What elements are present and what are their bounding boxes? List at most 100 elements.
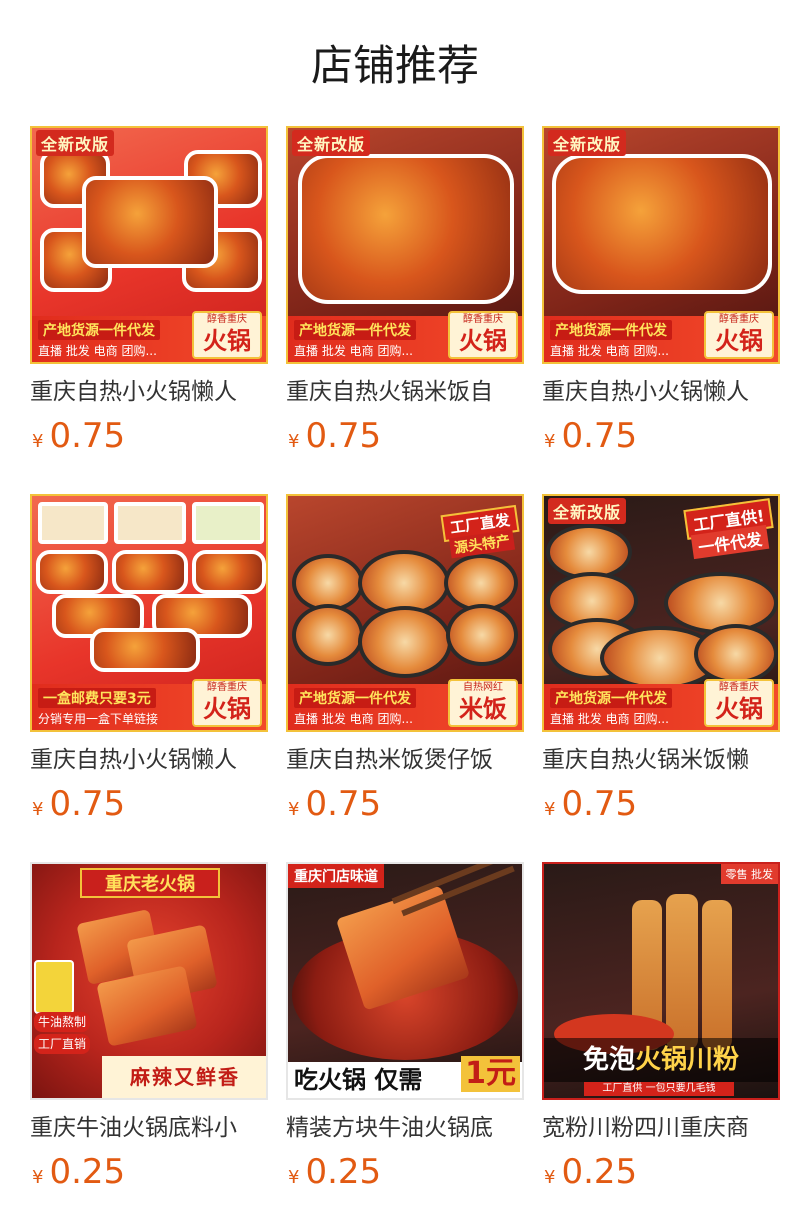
product-grid: 全新改版 产地货源一件代发 直播 批发 电商 团购... 醇香重庆 火锅 重庆自… [30,126,780,1230]
product-price: ¥0.25 [32,1152,125,1192]
product-price: ¥0.75 [32,784,125,824]
banner-headline: 一盒邮费只要3元 [38,688,156,708]
product-price: ¥0.75 [544,416,637,456]
price-value: 0.25 [49,1152,126,1192]
product-price: ¥0.75 [32,416,125,456]
price-value: 0.75 [561,416,638,456]
package-image [114,502,186,544]
currency-symbol: ¥ [32,1167,44,1188]
price-value: 0.75 [305,784,382,824]
poster-side-label: 牛油熬制 [34,1012,91,1032]
product-card[interactable]: 全新改版 产地货源一件代发 直播 批发 电商 团购... 醇香重庆 火锅 重庆自… [286,126,524,494]
new-version-badge: 全新改版 [548,498,627,524]
food-tray-image [90,628,200,672]
category-tag-small: 醇香重庆 [719,314,759,325]
food-tray-image [112,550,188,594]
category-tag: 醇香重庆 火锅 [192,679,262,727]
product-image[interactable]: 全新改版 产地货源一件代发 直播 批发 电商 团购... 醇香重庆 火锅 [542,126,780,364]
noodle-image [702,900,732,1050]
new-version-badge: 全新改版 [292,130,371,156]
price-value: 0.25 [305,1152,382,1192]
product-image[interactable]: 重庆老火锅 牛油熬制 工厂直销 麻辣又鲜香 [30,862,268,1100]
poster-side-label: 工厂直销 [34,1034,91,1054]
product-price: ¥0.75 [288,784,381,824]
category-tag-small: 自热网红 [463,682,503,693]
poster-caption: 麻辣又鲜香 [102,1056,266,1098]
currency-symbol: ¥ [544,799,556,820]
product-price: ¥0.25 [544,1152,637,1192]
package-image [34,960,74,1014]
product-card[interactable]: 全新改版 工厂直供! 一件代发 产地货源一件代发 直播 批发 电商 团购... … [542,494,780,862]
food-tray-image [82,176,218,268]
product-title[interactable]: 重庆自热火锅米饭自 [286,376,524,408]
product-image[interactable]: 全新改版 产地货源一件代发 直播 批发 电商 团购... 醇香重庆 火锅 [30,126,268,364]
currency-symbol: ¥ [288,1167,300,1188]
banner-subline: 分销专用一盒下单链接 [38,712,159,726]
category-tag: 醇香重庆 火锅 [704,311,774,359]
category-tag-small: 醇香重庆 [719,682,759,693]
product-price: ¥0.75 [544,784,637,824]
product-card[interactable]: 全新改版 产地货源一件代发 直播 批发 电商 团购... 醇香重庆 火锅 重庆自… [542,126,780,494]
poster-top-label: 重庆门店味道 [288,864,384,888]
product-card[interactable]: 零售 批发 免泡火锅川粉 工厂直供 一包只要几毛钱 宽粉川粉四川重庆商 ¥0.2… [542,862,780,1230]
product-image[interactable]: 一盒邮费只要3元 分销专用一盒下单链接 醇香重庆 火锅 [30,494,268,732]
rice-bowl-image [358,606,452,678]
rice-bowl-image [694,624,778,684]
banner-headline: 产地货源一件代发 [294,320,416,340]
product-image[interactable]: 全新改版 产地货源一件代发 直播 批发 电商 团购... 醇香重庆 火锅 [286,126,524,364]
category-tag: 自热网红 米饭 [448,679,518,727]
banner-subline: 直播 批发 电商 团购... [550,712,669,726]
food-tray-image [36,550,108,594]
poster-caption-text: 吃火锅 仅需 [294,1066,423,1094]
currency-symbol: ¥ [288,431,300,452]
category-tag-small: 醇香重庆 [207,682,247,693]
store-recommendations-page: 店铺推荐 全新改版 产地货源一件代发 直播 批发 电商 团购... 醇香重庆 火… [0,0,790,1230]
food-tray-image [192,550,266,594]
product-title[interactable]: 重庆自热小火锅懒人 [30,376,268,408]
product-card[interactable]: 一盒邮费只要3元 分销专用一盒下单链接 醇香重庆 火锅 重庆自热小火锅懒人 ¥0… [30,494,268,862]
product-image[interactable]: 重庆门店味道 吃火锅 仅需 1元 [286,862,524,1100]
product-card[interactable]: 工厂直发 源头特产 产地货源一件代发 直播 批发 电商 团购... 自热网红 米… [286,494,524,862]
poster-caption-highlight: 火锅川粉 [635,1045,740,1075]
product-image[interactable]: 工厂直发 源头特产 产地货源一件代发 直播 批发 电商 团购... 自热网红 米… [286,494,524,732]
food-tray-image [298,154,514,304]
currency-symbol: ¥ [544,431,556,452]
price-value: 0.75 [49,784,126,824]
category-tag-big: 火锅 [459,327,507,355]
banner-headline: 产地货源一件代发 [294,688,416,708]
poster-title: 重庆老火锅 [80,868,220,898]
category-tag: 醇香重庆 火锅 [704,679,774,727]
product-title[interactable]: 宽粉川粉四川重庆商 [542,1112,780,1144]
price-value: 0.25 [561,1152,638,1192]
product-title[interactable]: 重庆自热小火锅懒人 [30,744,268,776]
package-image [192,502,264,544]
rice-bowl-image [664,572,778,634]
poster-subcaption: 工厂直供 一包只要几毛钱 [584,1082,734,1096]
product-title[interactable]: 精装方块牛油火锅底 [286,1112,524,1144]
price-value: 0.75 [561,784,638,824]
category-tag: 醇香重庆 火锅 [192,311,262,359]
banner-headline: 产地货源一件代发 [550,688,672,708]
product-title[interactable]: 重庆牛油火锅底料小 [30,1112,268,1144]
category-tag-big: 火锅 [203,327,251,355]
product-title[interactable]: 重庆自热小火锅懒人 [542,376,780,408]
product-image[interactable]: 全新改版 工厂直供! 一件代发 产地货源一件代发 直播 批发 电商 团购... … [542,494,780,732]
product-card[interactable]: 重庆门店味道 吃火锅 仅需 1元 精装方块牛油火锅底 ¥0.25 [286,862,524,1230]
category-tag-big: 火锅 [715,695,763,723]
section-title: 店铺推荐 [310,41,479,90]
product-title[interactable]: 重庆自热火锅米饭懒 [542,744,780,776]
category-tag-small: 醇香重庆 [207,314,247,325]
new-version-badge: 全新改版 [548,130,627,156]
product-image[interactable]: 零售 批发 免泡火锅川粉 工厂直供 一包只要几毛钱 [542,862,780,1100]
product-card[interactable]: 重庆老火锅 牛油熬制 工厂直销 麻辣又鲜香 重庆牛油火锅底料小 ¥0.25 [30,862,268,1230]
retail-wholesale-tag: 零售 批发 [720,864,778,884]
category-tag: 醇香重庆 火锅 [448,311,518,359]
product-card[interactable]: 全新改版 产地货源一件代发 直播 批发 电商 团购... 醇香重庆 火锅 重庆自… [30,126,268,494]
product-title[interactable]: 重庆自热米饭煲仔饭 [286,744,524,776]
new-version-badge: 全新改版 [36,130,115,156]
banner-headline: 产地货源一件代发 [38,320,160,340]
price-value: 0.75 [305,416,382,456]
banner-subline: 直播 批发 电商 团购... [294,712,413,726]
currency-symbol: ¥ [32,431,44,452]
food-tray-image [552,154,772,294]
